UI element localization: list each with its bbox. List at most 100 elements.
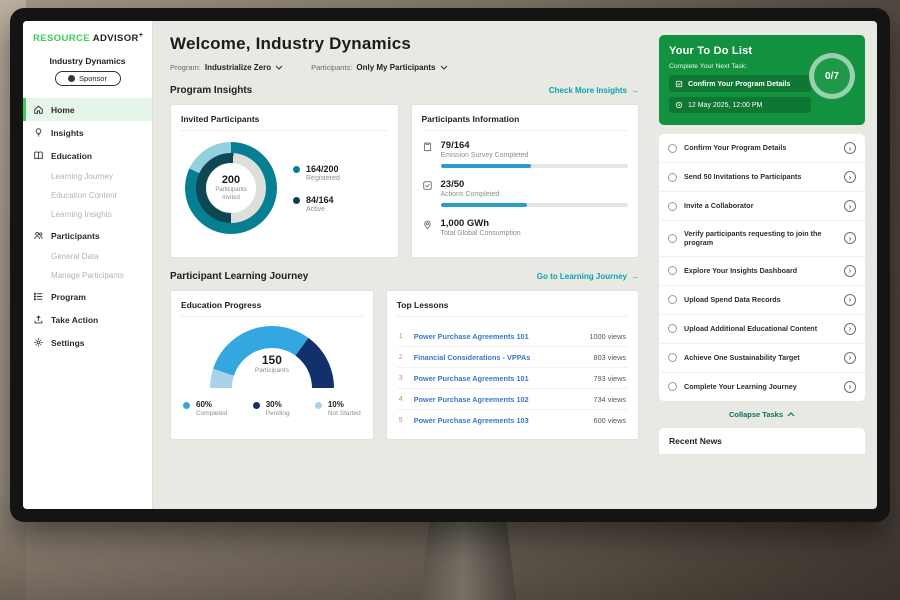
lesson-rank: 1 [399,333,407,340]
task-row-verify-participants[interactable]: Verify participants requesting to join t… [659,221,865,257]
chevron-right-icon[interactable]: › [844,142,856,154]
sidebar-item-take-action[interactable]: Take Action [23,308,152,331]
sidebar-item-label: Take Action [51,315,98,325]
lesson-link[interactable]: Power Purchase Agreements 101 [414,332,583,341]
sidebar-item-participants[interactable]: Participants [23,224,152,247]
chevron-right-icon[interactable]: › [844,323,856,335]
task-row-confirm-program[interactable]: Confirm Your Program Details › [659,134,865,163]
lesson-link[interactable]: Power Purchase Agreements 102 [414,395,587,404]
collapse-tasks-link[interactable]: Collapse Tasks [729,410,795,419]
legend-item-registered: 164/200 Registered [293,164,340,182]
chevron-right-icon[interactable]: › [844,171,856,183]
task-row-invite-collaborator[interactable]: Invite a Collaborator › [659,192,865,221]
task-checkbox[interactable] [668,353,677,362]
participants-filter[interactable]: Participants: Only My Participants [311,63,447,72]
sidebar-item-learning-journey[interactable]: Learning Journey [23,167,152,186]
chevron-right-icon[interactable]: › [844,265,856,277]
chevron-right-icon[interactable]: › [844,294,856,306]
lesson-row: 4 Power Purchase Agreements 102 734 view… [397,389,628,410]
chevron-right-icon[interactable]: › [844,381,856,393]
metric-label: Emission Survey Completed [441,152,629,159]
task-row-complete-learning-journey[interactable]: Complete Your Learning Journey › [659,373,865,401]
legend-item-pending: 30% Pending [253,400,290,417]
next-task-label: Confirm Your Program Details [688,79,790,88]
legend-value: 10% [328,400,361,409]
participants-information-card: Participants Information 79/164 Emission… [411,104,640,258]
lesson-link[interactable]: Power Purchase Agreements 101 [414,374,587,383]
task-label: Complete Your Learning Journey [684,382,837,391]
task-checkbox[interactable] [668,173,677,182]
task-label: Upload Additional Educational Content [684,324,837,333]
chevron-right-icon[interactable]: › [844,232,856,244]
lesson-views: 793 views [594,374,626,383]
todo-summary-card: Your To Do List Complete Your Next Task:… [659,35,865,125]
todo-progress-value: 0/7 [825,71,839,82]
go-to-learning-journey-link[interactable]: Go to Learning Journey → [537,272,639,281]
card-title: Top Lessons [397,300,628,317]
chevron-right-icon[interactable]: › [844,200,856,212]
sidebar-item-education[interactable]: Education [23,144,152,167]
sidebar-item-manage-participants[interactable]: Manage Participants [23,266,152,285]
sidebar-item-settings[interactable]: Settings [23,331,152,354]
desk-background: RESOURCE ADVISOR+ Industry Dynamics Spon… [0,0,900,600]
page-title: Welcome, Industry Dynamics [170,34,639,54]
task-label: Achieve One Sustainability Target [684,353,837,362]
monitor-stand [420,520,516,600]
metric-emission-survey: 79/164 Emission Survey Completed [422,140,629,168]
org-name: Industry Dynamics [23,56,152,66]
lesson-link[interactable]: Financial Considerations - VPPAs [414,353,587,362]
task-checkbox[interactable] [668,295,677,304]
location-pin-icon [422,219,433,230]
progress-bar [441,203,629,207]
legend-dot-icon [315,402,322,409]
legend-item-active: 84/164 Active [293,195,340,213]
chevron-right-icon[interactable]: › [844,352,856,364]
sidebar-item-insights[interactable]: Insights [23,121,152,144]
check-square-icon [422,180,433,191]
task-checkbox[interactable] [668,144,677,153]
sponsor-icon [68,75,75,82]
lesson-views: 600 views [594,416,626,425]
check-more-insights-link[interactable]: Check More Insights → [549,86,639,95]
donut-legend: 164/200 Registered 84/164 Active [293,164,340,213]
task-row-upload-educational-content[interactable]: Upload Additional Educational Content › [659,315,865,344]
people-icon [33,230,44,241]
task-row-explore-insights[interactable]: Explore Your Insights Dashboard › [659,257,865,286]
sidebar-item-program[interactable]: Program [23,285,152,308]
sponsor-label: Sponsor [79,74,107,83]
sidebar-item-general-data[interactable]: General Data [23,247,152,266]
task-row-upload-spend-data[interactable]: Upload Spend Data Records › [659,286,865,315]
link-label: Check More Insights [549,86,627,95]
sidebar-item-label: Program [51,292,86,302]
legend-label: Completed [196,410,227,417]
progress-bar [441,164,629,168]
learning-journey-header: Participant Learning Journey Go to Learn… [170,271,639,282]
task-checkbox[interactable] [668,234,677,243]
task-checkbox[interactable] [668,382,677,391]
todo-task-list: Confirm Your Program Details › Send 50 I… [659,134,865,401]
task-checkbox[interactable] [668,266,677,275]
sponsor-badge[interactable]: Sponsor [55,71,121,86]
chevron-down-icon [275,65,283,70]
task-row-send-invitations[interactable]: Send 50 Invitations to Participants › [659,163,865,192]
lesson-row: 1 Power Purchase Agreements 101 1000 vie… [397,326,628,347]
task-checkbox[interactable] [668,324,677,333]
education-progress-card: Education Progress 150 Participants [170,290,374,440]
top-lessons-card: Top Lessons 1 Power Purchase Agreements … [386,290,639,440]
task-label: Upload Spend Data Records [684,295,837,304]
sidebar-item-home[interactable]: Home [23,98,152,121]
donut-center-value: 200 [222,174,240,186]
lesson-views: 803 views [594,353,626,362]
task-checkbox[interactable] [668,202,677,211]
upload-icon [33,314,44,325]
sidebar-item-education-content[interactable]: Education Content [23,186,152,205]
participants-filter-value: Only My Participants [356,63,435,72]
lesson-link[interactable]: Power Purchase Agreements 103 [414,416,587,425]
next-task-chip[interactable]: Confirm Your Program Details [669,75,811,92]
sidebar-item-label: Education [51,151,92,161]
task-row-achieve-target[interactable]: Achieve One Sustainability Target › [659,344,865,373]
legend-label: Pending [266,410,290,417]
gauge-center-label: Participants [210,367,334,374]
sidebar-item-learning-insights[interactable]: Learning Insights [23,205,152,224]
program-filter[interactable]: Program: Industrialize Zero [170,63,283,72]
